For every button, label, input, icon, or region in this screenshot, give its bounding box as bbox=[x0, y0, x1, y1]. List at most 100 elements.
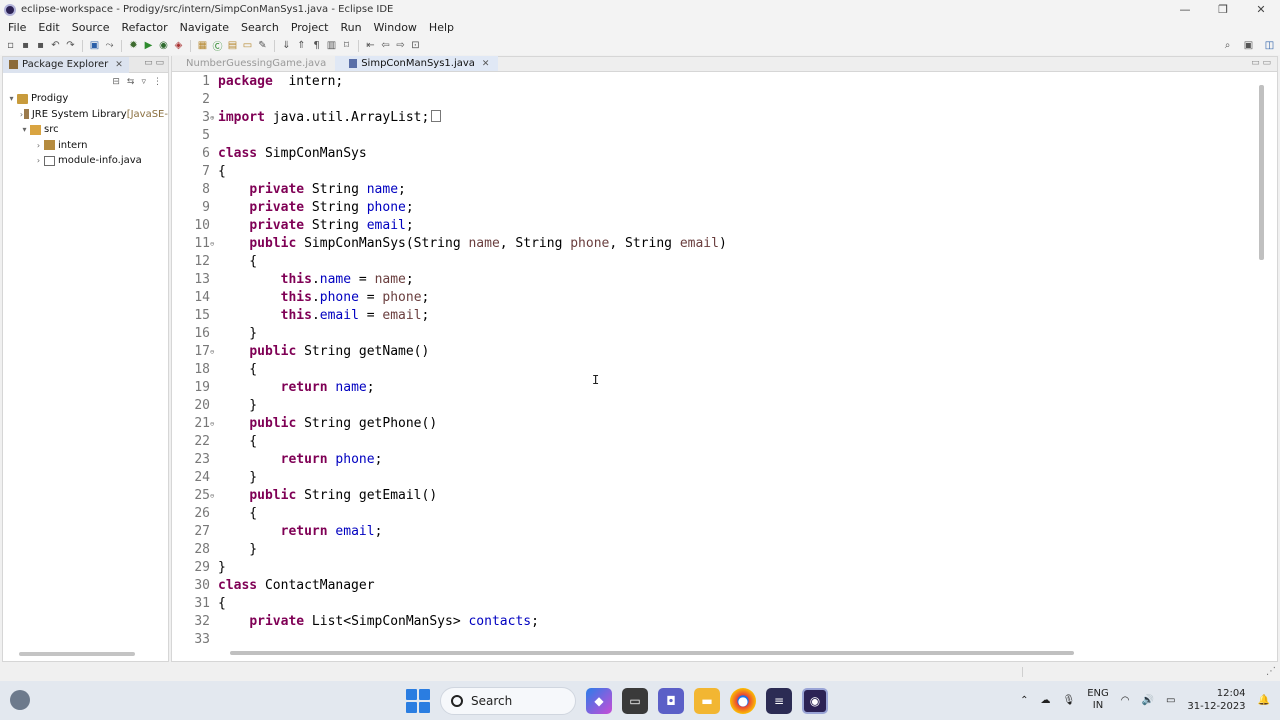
tab-simpconmansys1[interactable]: SimpConManSys1.java ✕ bbox=[335, 56, 499, 71]
teams-meet-icon[interactable]: ◘ bbox=[658, 688, 684, 714]
widgets-icon[interactable] bbox=[10, 690, 30, 710]
code-line[interactable]: 23 return phone; bbox=[172, 451, 1257, 469]
search-toolbar-icon[interactable]: ✎ bbox=[256, 39, 269, 52]
code-line[interactable]: 25 ⊖ public String getEmail() bbox=[172, 487, 1257, 505]
tab-numberguessinggame[interactable]: NumberGuessingGame.java bbox=[172, 56, 336, 71]
task-view-icon[interactable]: ▭ bbox=[622, 688, 648, 714]
code-line[interactable]: 12 { bbox=[172, 253, 1257, 271]
fold-toggle-icon[interactable]: ⊖ bbox=[210, 487, 217, 505]
code-line[interactable]: 11 ⊖ public SimpConManSys(String name, St… bbox=[172, 235, 1257, 253]
collapsed-import-icon[interactable] bbox=[431, 110, 442, 122]
clock[interactable]: 12:04 31-12-2023 bbox=[1187, 687, 1245, 713]
redo-icon[interactable]: ↷ bbox=[64, 39, 77, 52]
taskbar-search[interactable]: Search bbox=[440, 687, 576, 715]
cloud-icon[interactable]: ☁ bbox=[1041, 695, 1051, 706]
tab-package-explorer[interactable]: Package Explorer ✕ bbox=[3, 56, 129, 73]
vscode-icon[interactable]: ≡ bbox=[766, 688, 792, 714]
skip-breakpoints-icon[interactable]: ⤳ bbox=[103, 39, 116, 52]
code-line[interactable]: 22 { bbox=[172, 433, 1257, 451]
toggle-mark-icon[interactable]: ¶ bbox=[310, 39, 323, 52]
coverage-icon[interactable]: ◉ bbox=[157, 39, 170, 52]
java-perspective-icon[interactable]: ◫ bbox=[1263, 39, 1276, 52]
maximize-button[interactable]: ❐ bbox=[1204, 0, 1242, 19]
close-button[interactable]: ✕ bbox=[1242, 0, 1280, 19]
pin-editor-icon[interactable]: ⊡ bbox=[409, 39, 422, 52]
debug-icon[interactable]: ✹ bbox=[127, 39, 140, 52]
run-icon[interactable]: ▶ bbox=[142, 39, 155, 52]
chevron-down-icon[interactable]: ▾ bbox=[19, 125, 30, 134]
terminal-icon[interactable]: ▣ bbox=[88, 39, 101, 52]
microphone-icon[interactable]: 🎙 bbox=[1063, 695, 1076, 706]
menu-search[interactable]: Search bbox=[235, 21, 285, 34]
code-line[interactable]: 27 return email; bbox=[172, 523, 1257, 541]
annotation-next-icon[interactable]: ⇓ bbox=[280, 39, 293, 52]
whitespace-icon[interactable]: ⌑ bbox=[340, 39, 353, 52]
code-line[interactable]: 17 ⊖ public String getName() bbox=[172, 343, 1257, 361]
minimize-maximize-icon[interactable]: ▭ ▭ bbox=[1251, 58, 1271, 68]
code-line[interactable]: 6 class SimpConManSys bbox=[172, 145, 1257, 163]
fold-toggle-icon[interactable]: ⊕ bbox=[210, 109, 217, 127]
code-line[interactable]: 10 private String email; bbox=[172, 217, 1257, 235]
last-edit-icon[interactable]: ⇤ bbox=[364, 39, 377, 52]
code-line[interactable]: 20 } bbox=[172, 397, 1257, 415]
eclipse-taskbar-icon[interactable]: ◉ bbox=[802, 688, 828, 714]
open-type-icon[interactable]: ▤ bbox=[226, 39, 239, 52]
fold-toggle-icon[interactable]: ⊖ bbox=[210, 343, 217, 361]
language-indicator[interactable]: ENG IN bbox=[1087, 688, 1109, 712]
close-icon[interactable]: ✕ bbox=[115, 60, 123, 70]
close-icon[interactable]: ✕ bbox=[482, 59, 490, 69]
start-button[interactable] bbox=[406, 689, 430, 713]
menu-navigate[interactable]: Navigate bbox=[174, 21, 235, 34]
minimize-maximize-icon[interactable]: ▭ ▭ bbox=[144, 58, 164, 68]
new-icon[interactable]: ▫ bbox=[4, 39, 17, 52]
code-line[interactable]: 3 ⊕ import java.util.ArrayList; bbox=[172, 109, 1257, 127]
code-line[interactable]: 32 private List<SimpConManSys> contacts; bbox=[172, 613, 1257, 631]
open-perspective-icon[interactable]: ▣ bbox=[1242, 39, 1255, 52]
save-icon[interactable]: ▪ bbox=[19, 39, 32, 52]
tree-item-intern[interactable]: › intern bbox=[3, 138, 168, 154]
code-line[interactable]: 16 } bbox=[172, 325, 1257, 343]
new-java-class-icon[interactable]: Ⓒ bbox=[211, 39, 224, 53]
code-line[interactable]: 24 } bbox=[172, 469, 1257, 487]
minimize-button[interactable]: — bbox=[1166, 0, 1204, 19]
code-line[interactable]: 26 { bbox=[172, 505, 1257, 523]
tree-item-jre-system-library[interactable]: › JRE System Library [JavaSE- bbox=[3, 107, 168, 123]
menu-window[interactable]: Window bbox=[368, 21, 423, 34]
resize-grip-icon[interactable]: ⋰ bbox=[1266, 666, 1276, 677]
filter-icon[interactable]: ▿ bbox=[141, 77, 146, 87]
menu-run[interactable]: Run bbox=[334, 21, 367, 34]
code-line[interactable]: 30 class ContactManager bbox=[172, 577, 1257, 595]
back-icon[interactable]: ⇦ bbox=[379, 39, 392, 52]
fold-toggle-icon[interactable]: ⊖ bbox=[210, 235, 217, 253]
open-folder-icon[interactable]: ▭ bbox=[241, 39, 254, 52]
wifi-icon[interactable]: ◠ bbox=[1121, 695, 1130, 706]
code-line[interactable]: 15 this.email = email; bbox=[172, 307, 1257, 325]
menu-edit[interactable]: Edit bbox=[32, 21, 65, 34]
horizontal-scrollbar[interactable] bbox=[230, 651, 1074, 655]
code-line[interactable]: 2 bbox=[172, 91, 1257, 109]
menu-project[interactable]: Project bbox=[285, 21, 335, 34]
search-icon[interactable]: ⌕ bbox=[1221, 39, 1234, 52]
notification-bell-icon[interactable]: 🔔 bbox=[1258, 695, 1270, 706]
menu-file[interactable]: File bbox=[2, 21, 32, 34]
copilot-icon[interactable]: ◆ bbox=[586, 688, 612, 714]
code-line[interactable]: 8 private String name; bbox=[172, 181, 1257, 199]
code-line[interactable]: 19 return name; bbox=[172, 379, 1257, 397]
code-line[interactable]: 13 this.name = name; bbox=[172, 271, 1257, 289]
annotation-prev-icon[interactable]: ⇑ bbox=[295, 39, 308, 52]
view-menu-icon[interactable]: ⋮ bbox=[153, 77, 162, 87]
code-line[interactable]: 28 } bbox=[172, 541, 1257, 559]
chevron-right-icon[interactable]: › bbox=[33, 156, 44, 165]
vertical-scrollbar[interactable] bbox=[1259, 85, 1264, 260]
new-java-package-icon[interactable]: ▦ bbox=[196, 39, 209, 52]
tree-item-module-info[interactable]: › module-info.java bbox=[3, 153, 168, 169]
file-explorer-icon[interactable]: ▬ bbox=[694, 688, 720, 714]
code-line[interactable]: 1 package intern; bbox=[172, 73, 1257, 91]
chrome-icon[interactable]: ● bbox=[730, 688, 756, 714]
code-line[interactable]: 7{ bbox=[172, 163, 1257, 181]
battery-icon[interactable]: ▭ bbox=[1166, 695, 1175, 706]
save-all-icon[interactable]: ▪ bbox=[34, 39, 47, 52]
code-line[interactable]: 31 { bbox=[172, 595, 1257, 613]
chevron-right-icon[interactable]: › bbox=[33, 141, 44, 150]
tree-item-src[interactable]: ▾ src bbox=[3, 122, 168, 138]
